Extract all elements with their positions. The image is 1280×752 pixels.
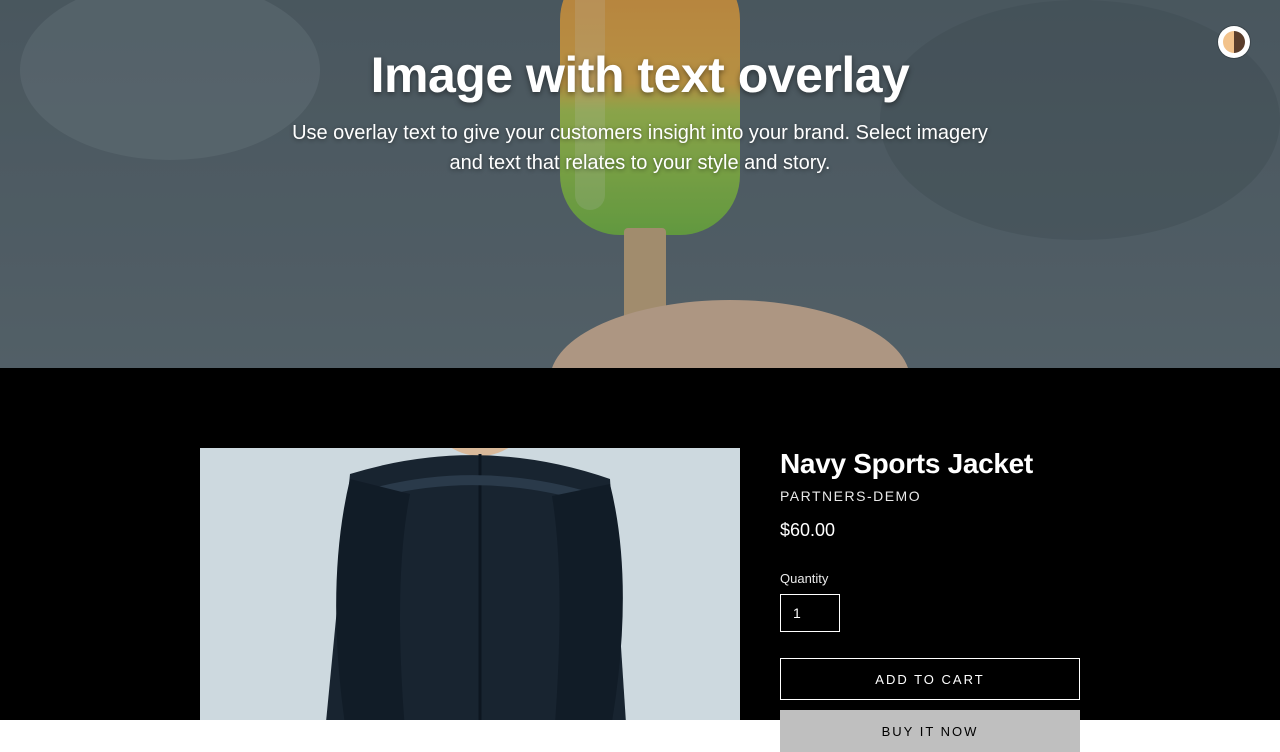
account-avatar-button[interactable]	[1218, 26, 1250, 58]
product-price: $60.00	[780, 520, 1080, 541]
hero-title: Image with text overlay	[371, 46, 910, 104]
product-image[interactable]	[200, 448, 740, 720]
user-avatar-icon	[1223, 31, 1245, 53]
hero-banner: Image with text overlay Use overlay text…	[0, 0, 1280, 368]
buy-it-now-button[interactable]: BUY IT NOW	[780, 710, 1080, 752]
product-section: Navy Sports Jacket PARTNERS-DEMO $60.00 …	[0, 368, 1280, 720]
hero-subtitle: Use overlay text to give your customers …	[280, 118, 1000, 178]
product-info: Navy Sports Jacket PARTNERS-DEMO $60.00 …	[780, 448, 1080, 720]
quantity-label: Quantity	[780, 571, 1080, 586]
add-to-cart-button[interactable]: ADD TO CART	[780, 658, 1080, 700]
product-vendor: PARTNERS-DEMO	[780, 488, 1080, 504]
quantity-input[interactable]	[780, 594, 840, 632]
product-title: Navy Sports Jacket	[780, 448, 1080, 480]
